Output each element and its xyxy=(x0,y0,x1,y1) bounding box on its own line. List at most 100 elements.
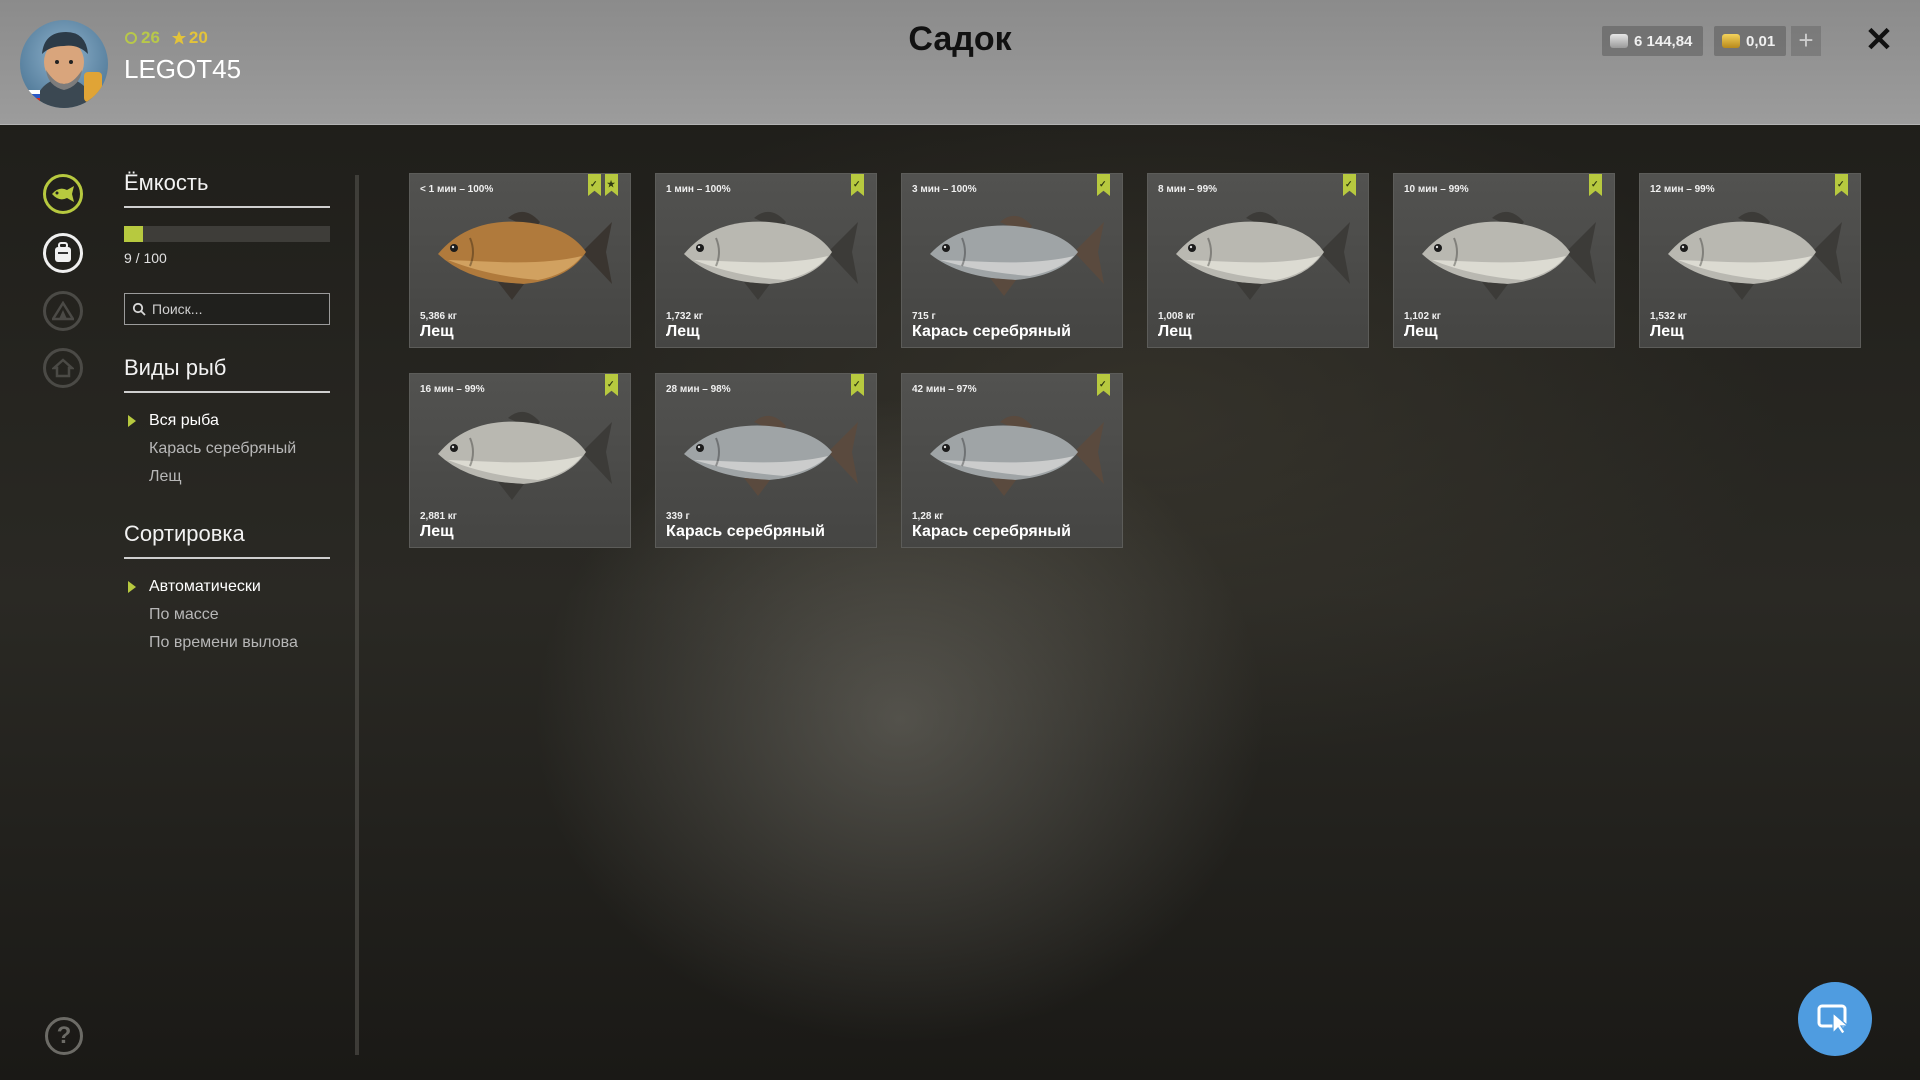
fish-species-name: Лещ xyxy=(420,323,454,340)
bookmark-check-icon[interactable]: ✓ xyxy=(1343,174,1356,196)
fish-card[interactable]: 42 мин – 97% ✓ 1,28 кг Карась серебряный xyxy=(901,373,1123,548)
bookmark-check-icon[interactable]: ✓ xyxy=(851,174,864,196)
fish-image xyxy=(1176,211,1350,300)
silver-balance: 6 144,84 xyxy=(1602,26,1703,56)
gold-value: 0,01 xyxy=(1746,32,1776,50)
fish-card[interactable]: < 1 мин – 100% ✓ ★ 5,386 кг Лещ xyxy=(409,173,631,348)
catch-time-freshness: 16 мин – 99% xyxy=(420,384,485,395)
top-bar: 26 20 LEGOT45 Садок 6 144,84 0,01 + ✕ xyxy=(0,0,1920,125)
rail-house-tab[interactable] xyxy=(43,348,83,388)
fish-species-name: Лещ xyxy=(666,323,700,340)
rail-fish-keepnet-tab[interactable] xyxy=(43,174,83,214)
bookmark-check-icon[interactable]: ✓ xyxy=(1097,374,1110,396)
bookmark-star-icon[interactable]: ★ xyxy=(605,174,618,196)
add-currency-button[interactable]: + xyxy=(1791,26,1821,56)
bookmark-check-icon[interactable]: ✓ xyxy=(1835,174,1848,196)
catch-time-freshness: 42 мин – 97% xyxy=(912,384,977,395)
bookmark-check-icon[interactable]: ✓ xyxy=(1589,174,1602,196)
species-filter-list: Вся рыба Карась серебряный Лещ xyxy=(124,407,330,491)
capacity-progress-bar xyxy=(124,226,330,242)
bookmark-check-icon[interactable]: ✓ xyxy=(1097,174,1110,196)
fish-card[interactable]: 16 мин – 99% ✓ 2,881 кг Лещ xyxy=(409,373,631,548)
sort-options-list: Автоматически По массе По времени вылова xyxy=(124,573,330,657)
sort-option-item-label: По массе xyxy=(149,606,219,623)
fish-icon xyxy=(52,186,74,202)
bookmark-check-icon[interactable]: ✓ xyxy=(588,174,601,196)
fish-species-name: Лещ xyxy=(420,523,454,540)
fish-image xyxy=(930,215,1104,296)
fish-image xyxy=(1422,211,1596,300)
species-filter-item[interactable]: Вся рыба xyxy=(124,407,330,435)
catch-time-freshness: 28 мин – 98% xyxy=(666,384,731,395)
card-badges: ✓ xyxy=(851,174,864,196)
capacity-progress-fill xyxy=(124,226,143,242)
catch-time-freshness: 12 мин – 99% xyxy=(1650,184,1715,195)
species-filter-item[interactable]: Карась серебряный xyxy=(124,435,330,463)
catch-time-freshness: 1 мин – 100% xyxy=(666,184,731,195)
bookmark-check-icon[interactable]: ✓ xyxy=(605,374,618,396)
fish-card[interactable]: 28 мин – 98% ✓ 339 г Карась серебряный xyxy=(655,373,877,548)
capacity-text: 9 / 100 xyxy=(124,250,167,266)
cursor-mode-button[interactable] xyxy=(1798,982,1872,1056)
selected-arrow-icon xyxy=(128,581,136,593)
card-badges: ✓ xyxy=(1835,174,1848,196)
fish-card[interactable]: 3 мин – 100% ✓ 715 г Карась серебряный xyxy=(901,173,1123,348)
card-badges: ✓ xyxy=(1097,174,1110,196)
fish-weight: 5,386 кг xyxy=(420,311,457,322)
fish-image xyxy=(438,211,612,300)
silver-coin-icon xyxy=(1610,34,1628,48)
fish-species-name: Лещ xyxy=(1404,323,1438,340)
gold-balance: 0,01 xyxy=(1714,26,1786,56)
fish-weight: 715 г xyxy=(912,311,936,322)
capacity-title: Ёмкость xyxy=(124,170,330,208)
silver-value: 6 144,84 xyxy=(1634,32,1693,50)
russia-flag-icon xyxy=(24,90,40,102)
fish-image xyxy=(684,415,858,496)
fish-image xyxy=(438,411,612,500)
fish-image xyxy=(930,415,1104,496)
fish-image xyxy=(684,211,858,300)
fish-species-name: Карась серебряный xyxy=(912,323,1071,340)
fish-card[interactable]: 8 мин – 99% ✓ 1,008 кг Лещ xyxy=(1147,173,1369,348)
fish-weight: 1,28 кг xyxy=(912,511,944,522)
house-icon xyxy=(52,358,74,378)
catch-time-freshness: 8 мин – 99% xyxy=(1158,184,1218,195)
backpack-icon xyxy=(55,242,71,262)
rail-inventory-tab[interactable] xyxy=(43,233,83,273)
sort-option-item-label: По времени вылова xyxy=(149,634,298,651)
card-badges: ✓ xyxy=(1097,374,1110,396)
card-badges: ✓ xyxy=(1343,174,1356,196)
catch-time-freshness: < 1 мин – 100% xyxy=(420,184,494,195)
species-filter-item-label: Карась серебряный xyxy=(149,440,297,457)
rail-camp-tab[interactable] xyxy=(43,291,83,331)
fish-weight: 2,881 кг xyxy=(420,511,457,522)
sort-option-item[interactable]: По времени вылова xyxy=(124,629,330,657)
species-filter-item[interactable]: Лещ xyxy=(124,463,330,491)
search-icon xyxy=(132,302,146,316)
fish-card[interactable]: 1 мин – 100% ✓ 1,732 кг Лещ xyxy=(655,173,877,348)
sort-title: Сортировка xyxy=(124,521,330,559)
catch-time-freshness: 10 мин – 99% xyxy=(1404,184,1469,195)
search-input[interactable]: Поиск... xyxy=(124,293,330,325)
fish-card[interactable]: 10 мин – 99% ✓ 1,102 кг Лещ xyxy=(1393,173,1615,348)
species-filter-item-label: Лещ xyxy=(149,468,182,485)
sidebar-divider xyxy=(355,175,359,1055)
sort-option-item[interactable]: По массе xyxy=(124,601,330,629)
card-badges: ✓ ★ xyxy=(588,174,618,196)
fish-weight: 339 г xyxy=(666,511,690,522)
fish-card[interactable]: 12 мин – 99% ✓ 1,532 кг Лещ xyxy=(1639,173,1861,348)
fish-weight: 1,732 кг xyxy=(666,311,703,322)
help-icon[interactable]: ? xyxy=(45,1017,83,1055)
bookmark-check-icon[interactable]: ✓ xyxy=(851,374,864,396)
fish-species-name: Карась серебряный xyxy=(666,523,825,540)
tent-icon xyxy=(52,301,74,321)
fish-image xyxy=(1668,211,1842,300)
filter-sidebar: Ёмкость 9 / 100 Поиск... Виды рыб Вся ры… xyxy=(124,170,330,657)
search-placeholder: Поиск... xyxy=(152,301,203,317)
gold-coin-icon xyxy=(1722,34,1740,48)
close-button[interactable]: ✕ xyxy=(1864,22,1894,58)
sort-option-item[interactable]: Автоматически xyxy=(124,573,330,601)
card-badges: ✓ xyxy=(851,374,864,396)
card-badges: ✓ xyxy=(1589,174,1602,196)
fish-species-name: Лещ xyxy=(1158,323,1192,340)
